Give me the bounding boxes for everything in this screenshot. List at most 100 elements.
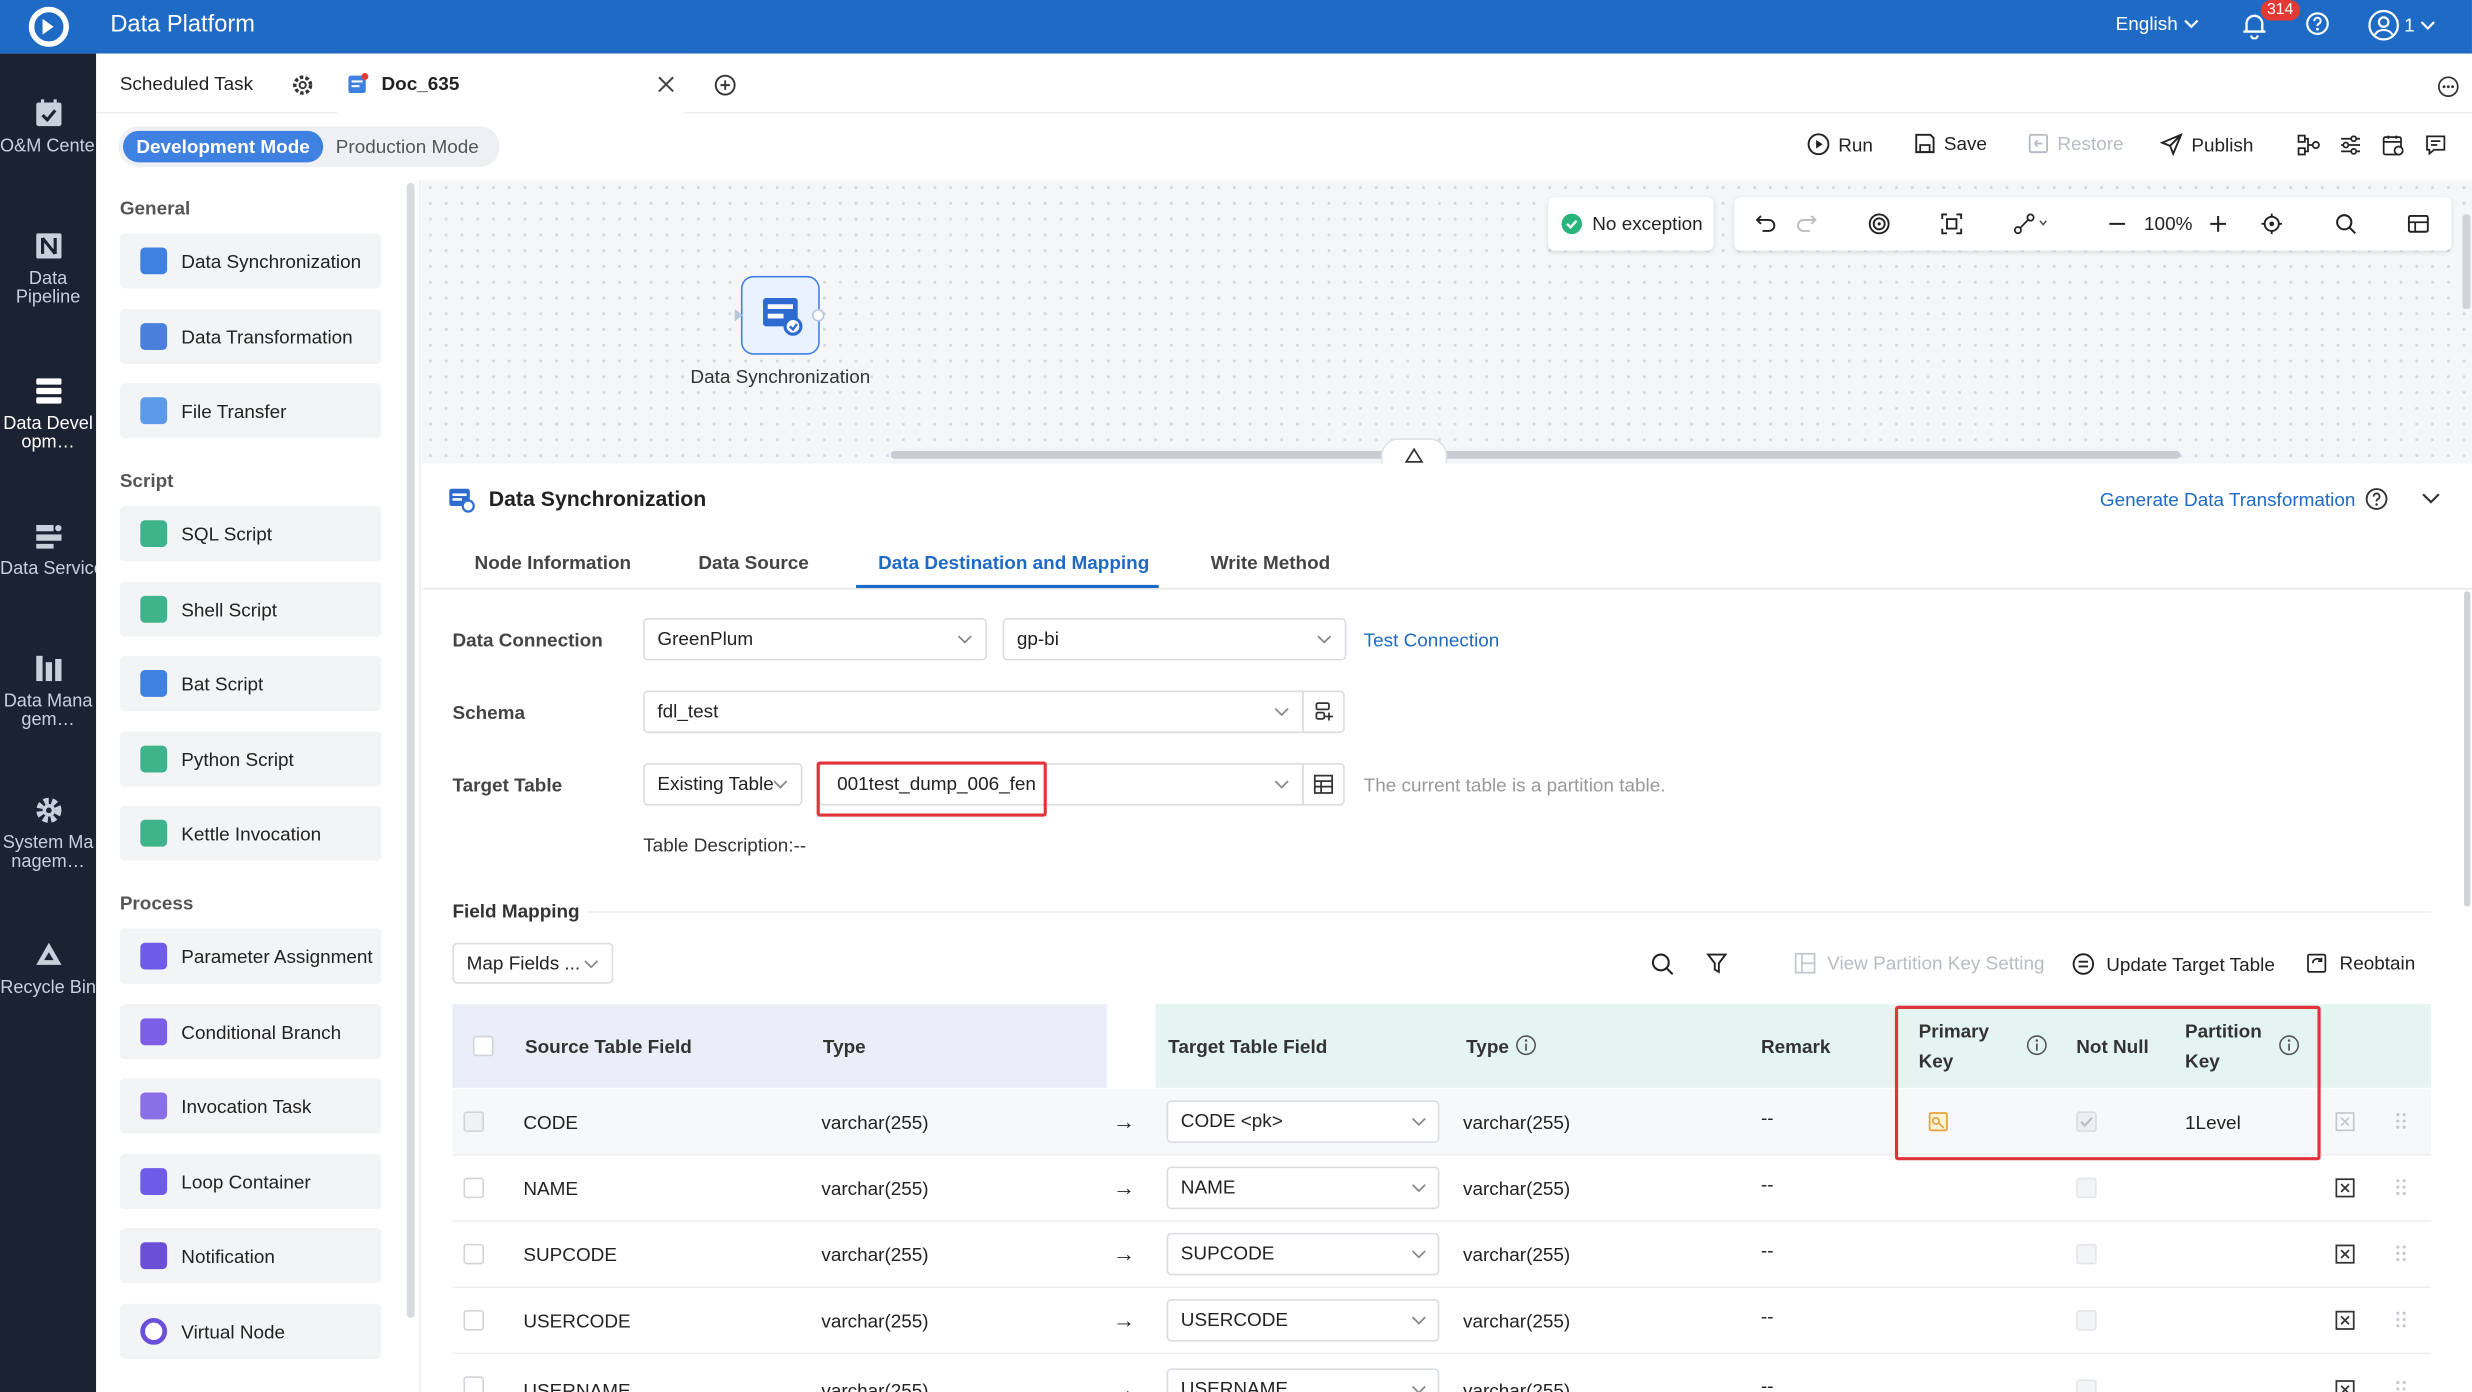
fit-view-icon[interactable]: [1941, 213, 1963, 235]
target-table-mode-select[interactable]: Existing Table: [643, 763, 803, 806]
not-null-checkbox[interactable]: [2076, 1177, 2097, 1199]
drag-handle-icon[interactable]: [2393, 1308, 2409, 1330]
schema-create-button[interactable]: [1302, 690, 1345, 734]
canvas-vertical-scrollbar[interactable]: [2462, 214, 2471, 309]
component-shell-script[interactable]: Shell Script: [119, 581, 382, 637]
drag-handle-icon[interactable]: [2393, 1378, 2409, 1392]
logo-icon[interactable]: [28, 6, 69, 47]
zoom-in-icon[interactable]: [2207, 213, 2229, 235]
delete-icon[interactable]: [2335, 1111, 2355, 1132]
panel-scrollbar[interactable]: [406, 182, 415, 1318]
restore-button[interactable]: Restore: [2027, 132, 2124, 154]
reobtain-button[interactable]: Reobtain: [2306, 952, 2415, 974]
node-input-port[interactable]: [734, 308, 743, 322]
component-file-transfer[interactable]: File Transfer: [119, 383, 382, 439]
tab-data-source[interactable]: Data Source: [698, 552, 808, 574]
nav-item-data-pipeline[interactable]: Data Pipeline: [0, 230, 96, 307]
save-button[interactable]: Save: [1914, 132, 1987, 154]
settings-sliders-icon[interactable]: [2340, 134, 2362, 156]
component-notification[interactable]: Notification: [119, 1228, 382, 1284]
component-sql-script[interactable]: SQL Script: [119, 506, 382, 562]
nav-item-system-management[interactable]: System Managem…: [0, 795, 96, 872]
component-bat-script[interactable]: Bat Script: [119, 655, 382, 712]
table-row[interactable]: NAME varchar(255) → NAME varchar(255) --: [452, 1156, 2431, 1222]
user-menu[interactable]: 1: [2368, 9, 2435, 41]
detail-scrollbar[interactable]: [2464, 591, 2471, 907]
help-icon[interactable]: [2305, 11, 2330, 36]
update-target-table-button[interactable]: Update Target Table: [2072, 952, 2275, 976]
nav-item-data-management[interactable]: Data Managem…: [0, 653, 96, 730]
tab-data-destination-and-mapping[interactable]: Data Destination and Mapping: [878, 552, 1149, 574]
tab-doc[interactable]: Doc_635: [337, 53, 685, 114]
not-null-checkbox[interactable]: [2076, 1379, 2097, 1392]
component-virtual-node[interactable]: Virtual Node: [119, 1303, 382, 1359]
canvas-scrollbar[interactable]: [890, 450, 2181, 459]
generate-data-transformation-link[interactable]: Generate Data Transformation: [2100, 489, 2356, 511]
row-checkbox[interactable]: [463, 1177, 484, 1199]
more-options-icon[interactable]: [2437, 76, 2459, 98]
locate-icon[interactable]: [2261, 213, 2283, 235]
select-all-checkbox[interactable]: [472, 1035, 494, 1057]
filter-icon[interactable]: [1706, 952, 1728, 974]
canvas-node-data-synchronization[interactable]: [740, 275, 820, 355]
search-icon[interactable]: [2335, 213, 2357, 235]
tab-write-method[interactable]: Write Method: [1211, 552, 1330, 574]
row-checkbox[interactable]: [463, 1310, 484, 1331]
fingerprint-icon[interactable]: [1868, 213, 1890, 235]
data-connection-type-select[interactable]: GreenPlum: [643, 617, 987, 661]
drag-handle-icon[interactable]: [2393, 1242, 2409, 1264]
production-mode-button[interactable]: Production Mode: [336, 131, 479, 163]
zoom-out-icon[interactable]: [2106, 213, 2128, 235]
status-indicator[interactable]: No exception: [1548, 197, 1714, 251]
search-icon[interactable]: [1651, 952, 1675, 976]
tab-scheduled-task[interactable]: Scheduled Task: [120, 54, 253, 114]
add-tab-icon[interactable]: [714, 74, 736, 96]
nav-item-data-service[interactable]: Data Service: [0, 520, 104, 579]
lineage-icon[interactable]: [2297, 134, 2321, 156]
gear-icon[interactable]: [292, 74, 314, 96]
delete-icon[interactable]: [2335, 1379, 2355, 1392]
not-null-checkbox[interactable]: [2076, 1243, 2097, 1265]
component-kettle-invocation[interactable]: Kettle Invocation: [119, 805, 382, 861]
undo-icon[interactable]: [1755, 213, 1777, 235]
target-field-select[interactable]: USERNAME: [1166, 1368, 1440, 1392]
target-field-select[interactable]: SUPCODE: [1166, 1232, 1440, 1276]
component-conditional-branch[interactable]: Conditional Branch: [119, 1004, 382, 1060]
chevron-down-icon[interactable]: [2422, 490, 2441, 506]
comment-icon[interactable]: [2425, 134, 2447, 156]
data-connection-name-select[interactable]: gp-bi: [1002, 617, 1347, 661]
schedule-icon[interactable]: [2382, 134, 2404, 156]
table-row[interactable]: USERCODE varchar(255) → USERCODE varchar…: [452, 1288, 2431, 1355]
help-icon[interactable]: [2365, 487, 2389, 511]
node-output-port[interactable]: [811, 308, 825, 322]
drag-handle-icon[interactable]: [2393, 1110, 2409, 1132]
map-fields-select[interactable]: Map Fields ...: [452, 942, 614, 984]
language-selector[interactable]: English: [2116, 13, 2200, 35]
info-icon[interactable]: [1515, 1034, 1537, 1056]
publish-button[interactable]: Publish: [2159, 132, 2253, 157]
component-python-script[interactable]: Python Script: [119, 731, 382, 787]
component-data-synchronization[interactable]: Data Synchronization: [119, 233, 382, 289]
component-invocation-task[interactable]: Invocation Task: [119, 1078, 382, 1134]
minimap-icon[interactable]: [2407, 213, 2429, 235]
row-checkbox[interactable]: [463, 1376, 484, 1392]
row-checkbox[interactable]: [463, 1111, 484, 1132]
redo-icon[interactable]: [1796, 213, 1818, 235]
component-data-transformation[interactable]: Data Transformation: [119, 308, 382, 365]
close-icon[interactable]: [657, 76, 674, 93]
row-checkbox[interactable]: [463, 1243, 484, 1265]
target-field-select[interactable]: NAME: [1166, 1166, 1440, 1210]
not-null-checkbox[interactable]: [2076, 1310, 2097, 1331]
nav-item-om-center[interactable]: O&M Center: [0, 98, 101, 156]
run-button[interactable]: Run: [1807, 132, 1873, 156]
target-field-select[interactable]: CODE <pk>: [1166, 1100, 1440, 1143]
table-row[interactable]: USERNAME varchar(255) → USERNAME varchar…: [452, 1354, 2431, 1392]
tab-node-information[interactable]: Node Information: [475, 552, 632, 574]
nav-item-data-development[interactable]: Data Developm…: [0, 375, 96, 452]
target-field-select[interactable]: USERCODE: [1166, 1299, 1440, 1342]
layout-icon[interactable]: [2013, 213, 2048, 235]
test-connection-link[interactable]: Test Connection: [1364, 629, 1500, 651]
nav-item-recycle-bin[interactable]: Recycle Bin: [0, 940, 96, 998]
delete-icon[interactable]: [2335, 1178, 2355, 1198]
delete-icon[interactable]: [2335, 1310, 2355, 1330]
